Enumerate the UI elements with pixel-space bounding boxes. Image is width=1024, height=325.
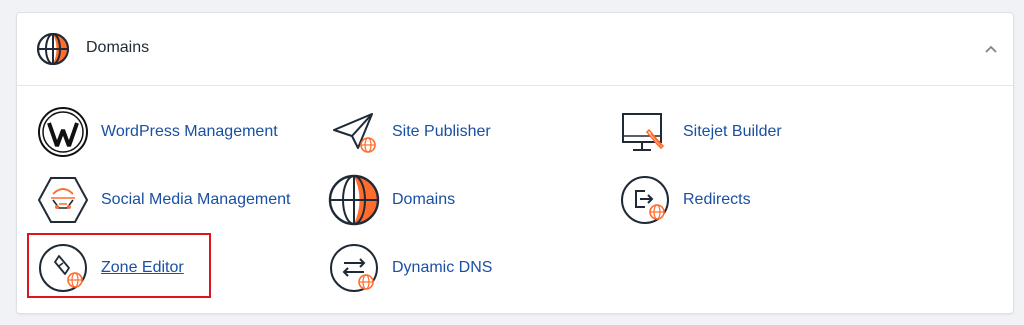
item-label: Domains (392, 191, 456, 208)
item-label: Social Media Management (101, 191, 291, 208)
item-zone-editor[interactable]: Zone Editor (37, 242, 212, 294)
domains-section-header[interactable]: Domains (17, 13, 1013, 86)
item-label: Dynamic DNS (392, 259, 493, 276)
zone-editor-icon (39, 244, 87, 292)
redirect-icon (621, 176, 669, 224)
item-label: Sitejet Builder (683, 123, 782, 140)
item-site-publisher[interactable]: Site Publisher (328, 106, 528, 158)
paper-plane-icon (333, 113, 376, 153)
item-label: Redirects (683, 191, 751, 208)
item-dynamic-dns[interactable]: Dynamic DNS (328, 242, 528, 294)
item-wordpress-management[interactable]: WordPress Management (37, 106, 317, 158)
item-redirects[interactable]: Redirects (619, 174, 819, 226)
social-media-icon (37, 177, 89, 223)
item-sitejet-builder[interactable]: Sitejet Builder (619, 106, 819, 158)
globe-icon (37, 33, 69, 65)
item-label: Zone Editor (101, 259, 184, 276)
chevron-up-icon[interactable] (983, 41, 999, 57)
globe-icon (328, 174, 380, 226)
monitor-pen-icon (622, 113, 665, 151)
wordpress-icon (38, 107, 88, 157)
item-domains[interactable]: Domains (328, 174, 528, 226)
item-label: Site Publisher (392, 123, 491, 140)
dynamic-dns-icon (330, 244, 378, 292)
domains-panel: Domains WordPress Management Site Publis… (16, 12, 1014, 314)
item-social-media-management[interactable]: Social Media Management (37, 174, 327, 226)
item-label: WordPress Management (101, 123, 278, 140)
section-title: Domains (86, 39, 150, 56)
